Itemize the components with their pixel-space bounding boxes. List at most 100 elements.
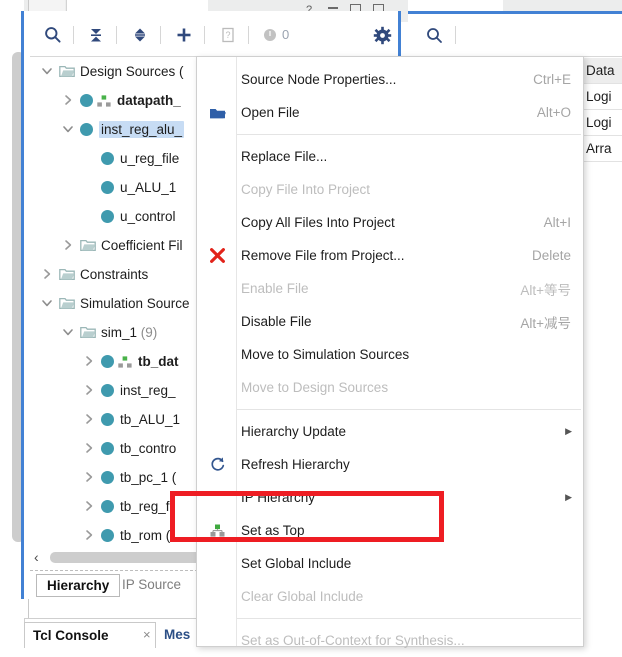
tree-item-label: tb_ALU_1 <box>120 412 181 427</box>
chevron-right-icon[interactable] <box>82 354 97 369</box>
chevron-right-icon[interactable] <box>82 499 97 514</box>
folder-icon <box>59 268 75 281</box>
menu-item-label: Copy File Into Project <box>241 182 371 197</box>
tab-messages[interactable]: Mes <box>164 627 190 642</box>
menu-item-icon-slot <box>204 305 230 338</box>
chevron-right-icon[interactable] <box>82 528 97 543</box>
menu-item[interactable]: Open File Alt+O <box>197 96 583 129</box>
chevron-down-icon[interactable] <box>61 325 76 340</box>
chevron-right-icon[interactable] <box>82 383 97 398</box>
menu-item-icon-slot <box>204 371 230 404</box>
twisty-placeholder <box>82 180 97 195</box>
chevron-right-icon[interactable] <box>61 238 76 253</box>
folder-icon <box>59 297 75 310</box>
chevron-down-icon[interactable] <box>40 64 55 79</box>
module-icon <box>101 181 114 194</box>
menu-item[interactable]: Refresh Hierarchy <box>197 448 583 481</box>
toolbar-separator <box>116 26 117 44</box>
chevron-right-icon[interactable] <box>82 470 97 485</box>
module-icon <box>101 413 114 426</box>
collapse-all-icon[interactable] <box>82 21 110 49</box>
menu-item-label: Set Global Include <box>241 556 352 571</box>
search-icon[interactable] <box>420 21 448 49</box>
context-menu[interactable]: Source Node Properties... Ctrl+E Open File… <box>196 56 584 648</box>
tab-hierarchy[interactable]: Hierarchy <box>36 574 121 597</box>
chevron-right-icon[interactable] <box>40 267 55 282</box>
top-module-icon <box>97 94 111 107</box>
toolbar-separator <box>248 26 249 44</box>
chevron-down-icon[interactable] <box>40 296 55 311</box>
folder-open-icon <box>204 96 230 129</box>
tab-tcl-console[interactable]: Tcl Console × <box>24 622 156 648</box>
scroll-left-arrow-icon[interactable]: ‹ <box>34 550 39 565</box>
module-icon <box>101 500 114 513</box>
grid-cell: Arra <box>584 136 622 162</box>
tab-ip-sources[interactable]: IP Source <box>122 577 181 592</box>
submenu-arrow-icon: ▶ <box>565 426 572 436</box>
menu-separator <box>237 134 581 135</box>
chevron-right-icon[interactable] <box>61 93 76 108</box>
module-icon <box>101 384 114 397</box>
menu-separator <box>237 618 581 619</box>
toolbar-separator <box>455 26 456 44</box>
module-icon <box>80 94 93 107</box>
status-dot-icon[interactable] <box>256 21 284 49</box>
menu-item[interactable]: Source Node Properties... Ctrl+E <box>197 63 583 96</box>
tree-item-label: tb_rom ( <box>120 528 171 543</box>
tree-item-label: tb_dat <box>138 354 179 369</box>
menu-separator <box>237 409 581 410</box>
menu-item-icon-slot <box>204 580 230 613</box>
toolbar-separator <box>160 26 161 44</box>
chevron-right-icon[interactable] <box>82 412 97 427</box>
module-icon <box>101 152 114 165</box>
menu-item-label: Set as Out-of-Context for Synthesis... <box>241 633 465 648</box>
chevron-down-icon[interactable] <box>61 122 76 137</box>
menu-item[interactable]: Disable File Alt+减号 <box>197 305 583 338</box>
tree-item-label: datapath_ <box>117 93 181 108</box>
chevron-right-icon[interactable] <box>82 441 97 456</box>
menu-item[interactable]: Copy All Files Into Project Alt+I <box>197 206 583 239</box>
tree-item-label: tb_contro <box>120 441 177 456</box>
menu-item-shortcut: Alt+等号 <box>520 282 571 298</box>
menu-item[interactable]: Set Global Include <box>197 547 583 580</box>
tree-item-label: u_reg_file <box>120 151 180 166</box>
folder-icon <box>80 239 96 252</box>
menu-item[interactable]: Hierarchy Update ▶ <box>197 415 583 448</box>
menu-item[interactable]: Move to Simulation Sources <box>197 338 583 371</box>
module-icon <box>101 210 114 223</box>
menu-item-label: Move to Design Sources <box>241 380 389 395</box>
menu-item[interactable]: Remove File from Project... Delete <box>197 239 583 272</box>
menu-item[interactable]: Replace File... <box>197 140 583 173</box>
menu-item-label: Disable File <box>241 314 312 329</box>
tree-item-label: inst_reg_alu_ <box>99 121 185 138</box>
outer-vertical-scrollbar-track[interactable] <box>6 22 25 582</box>
tree-item-count: (9) <box>137 325 158 340</box>
folder-icon <box>80 326 96 339</box>
gear-icon[interactable] <box>368 21 396 49</box>
close-icon[interactable]: × <box>143 627 151 642</box>
menu-item-label: Clear Global Include <box>241 589 364 604</box>
tree-item-label: tb_pc_1 ( <box>120 470 177 485</box>
menu-item-icon-slot <box>204 173 230 206</box>
tree-item-label: u_ALU_1 <box>120 180 177 195</box>
menu-item: Copy File Into Project <box>197 173 583 206</box>
grid-column-header[interactable]: Data <box>584 58 622 84</box>
menu-item-shortcut: Delete <box>531 248 571 263</box>
menu-item-icon-slot <box>204 547 230 580</box>
menu-item: Set as Out-of-Context for Synthesis... <box>197 624 583 657</box>
svg-text:?: ? <box>225 30 230 40</box>
search-icon[interactable] <box>39 21 67 49</box>
tcl-console-label: Tcl Console <box>33 628 109 643</box>
plus-icon[interactable] <box>170 21 198 49</box>
menu-item: Move to Design Sources <box>197 371 583 404</box>
menu-item-icon-slot <box>204 624 230 657</box>
menu-item-shortcut: Alt+O <box>536 105 571 120</box>
menu-item-label: Source Node Properties... <box>241 72 397 87</box>
refresh-icon <box>204 448 230 481</box>
twisty-placeholder <box>82 151 97 166</box>
expand-collapse-icon[interactable] <box>126 21 154 49</box>
module-icon <box>101 355 114 368</box>
twisty-placeholder <box>82 209 97 224</box>
tree-item-label: Coefficient Fil <box>101 238 183 253</box>
sources-status-count: 0 <box>282 27 290 42</box>
